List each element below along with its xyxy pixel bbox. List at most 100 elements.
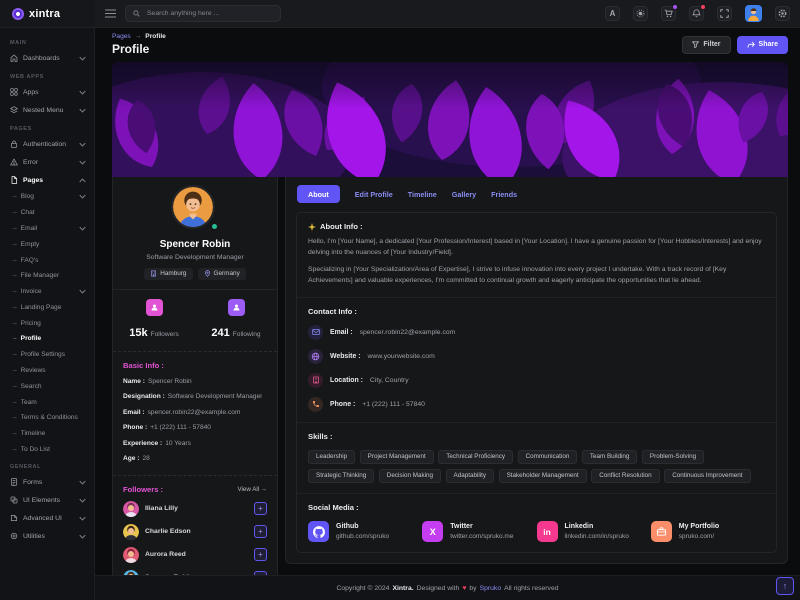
contact-row-phone: Phone : +1 (222) 111 - 57840 <box>308 397 765 412</box>
filter-button[interactable]: Filter <box>682 36 730 54</box>
notifications-button[interactable] <box>689 6 704 21</box>
sidebar-subitem-profile-settings[interactable]: –Profile Settings <box>0 347 94 363</box>
tab-gallery[interactable]: Gallery <box>452 190 476 199</box>
cart-badge <box>672 4 678 10</box>
settings-button[interactable] <box>775 6 790 21</box>
about-paragraph-2: Specializing in [Your Specialization/Are… <box>308 265 765 287</box>
breadcrumb-current: Profile <box>145 33 166 40</box>
sidebar-subitem-invoice[interactable]: –Invoice <box>0 284 94 300</box>
share-button[interactable]: Share <box>737 36 788 54</box>
skill-chip[interactable]: Problem-Solving <box>642 450 704 465</box>
sidebar-item-nested-menu[interactable]: Nested Menu <box>0 101 94 119</box>
add-follower-button[interactable]: + <box>254 525 267 538</box>
cart-button[interactable] <box>661 6 676 21</box>
tab-friends[interactable]: Friends <box>491 190 517 199</box>
profile-avatar <box>171 185 219 233</box>
info-row-email: Email :spencer.robin22@example.com <box>123 409 267 416</box>
skill-chip[interactable]: Leadership <box>308 450 355 465</box>
skill-chip[interactable]: Project Management <box>360 450 434 465</box>
sidebar-subitem-chat[interactable]: –Chat <box>0 205 94 221</box>
user-avatar-button[interactable] <box>745 5 762 22</box>
sidebar-subitem-timeline[interactable]: –Timeline <box>0 426 94 442</box>
skill-chip[interactable]: Conflict Resolution <box>591 469 660 484</box>
skill-chip[interactable]: Strategic Thinking <box>308 469 374 484</box>
skill-chip[interactable]: Stakeholder Management <box>499 469 587 484</box>
theme-toggle-button[interactable] <box>633 6 648 21</box>
sidebar-subitem-search[interactable]: –Search <box>0 378 94 394</box>
profile-cover-image <box>112 62 788 177</box>
notifications-badge <box>700 4 706 10</box>
sidebar-subitem-landing-page[interactable]: –Landing Page <box>0 299 94 315</box>
social-link-linkedin[interactable]: in Linkedin linkedin.com/in/spruko <box>537 521 651 542</box>
gear-icon <box>778 9 787 18</box>
sidebar-item-apps[interactable]: Apps <box>0 83 94 101</box>
main-content: Pages → Profile Profile Filter Share <box>95 28 800 600</box>
social-media-section: Social Media : Github github.com/spruko <box>297 494 776 552</box>
sidebar-item-dashboards[interactable]: Dashboards <box>0 49 94 67</box>
sidebar-subitem-faqs[interactable]: –FAQ's <box>0 252 94 268</box>
translate-icon: A <box>610 9 616 18</box>
scroll-to-top-button[interactable]: ↑ <box>776 577 794 595</box>
share-icon <box>747 41 755 49</box>
about-panel: About Info : Hello, I'm [Your Name], a d… <box>296 212 777 553</box>
sidebar-item-forms[interactable]: Forms <box>0 473 94 491</box>
info-row-designation: Designation :Software Development Manage… <box>123 393 267 400</box>
hamburger-icon[interactable] <box>105 9 116 18</box>
followers-header: Followers : View All → <box>123 485 267 494</box>
skill-chip[interactable]: Adaptability <box>446 469 495 484</box>
profile-tabs: About Edit Profile Timeline Gallery Frie… <box>286 177 787 210</box>
sidebar-subitem-todo[interactable]: –To Do List <box>0 442 94 458</box>
box-icon <box>10 496 18 504</box>
breadcrumb-separator: → <box>135 33 142 40</box>
skill-chip[interactable]: Team Building <box>582 450 638 465</box>
social-text: Twitter twitter.com/spruko.me <box>450 523 513 540</box>
chevron-down-icon <box>79 226 86 231</box>
sidebar-item-advanced-ui[interactable]: Advanced UI <box>0 509 94 527</box>
sidebar-item-utilities[interactable]: Utilities <box>0 527 94 545</box>
add-follower-button[interactable]: + <box>254 502 267 515</box>
social-link-github[interactable]: Github github.com/spruko <box>308 521 422 542</box>
tab-about[interactable]: About <box>297 185 340 203</box>
social-link-portfolio[interactable]: My Portfolio spruko.com/ <box>651 521 765 542</box>
skills-title: Skills : <box>308 432 765 441</box>
sidebar-subitem-terms[interactable]: –Terms & Conditions <box>0 410 94 426</box>
sidebar-item-ui-elements[interactable]: UI Elements <box>0 491 94 509</box>
sidebar-item-error[interactable]: Error <box>0 153 94 171</box>
translate-button[interactable]: A <box>605 6 620 21</box>
skill-chip[interactable]: Technical Proficiency <box>438 450 513 465</box>
sidebar-subitem-pricing[interactable]: –Pricing <box>0 315 94 331</box>
breadcrumb-pages-link[interactable]: Pages <box>112 33 131 40</box>
search-box[interactable] <box>125 5 281 22</box>
sidebar-subitem-email[interactable]: –Email <box>0 221 94 237</box>
skill-chip[interactable]: Decision Making <box>379 469 441 484</box>
brand-logo[interactable]: xintra <box>0 0 95 27</box>
skill-chip[interactable]: Continuous Improvement <box>664 469 750 484</box>
sidebar-subitem-profile[interactable]: –Profile <box>0 331 94 347</box>
basic-info-section: Basic Info : Name :Spencer Robin Designa… <box>113 352 277 476</box>
sidebar-subitem-empty[interactable]: –Empty <box>0 236 94 252</box>
lock-icon <box>10 140 18 148</box>
sidebar-item-authentication[interactable]: Authentication <box>0 135 94 153</box>
sidebar-subitem-reviews[interactable]: –Reviews <box>0 363 94 379</box>
fullscreen-button[interactable] <box>717 6 732 21</box>
sidebar-item-pages[interactable]: Pages <box>0 171 94 189</box>
sidebar-subitem-team[interactable]: –Team <box>0 394 94 410</box>
chevron-down-icon <box>79 498 86 503</box>
contact-row-location: Location : City, Country <box>308 373 765 388</box>
chevron-down-icon <box>79 480 86 485</box>
tab-timeline[interactable]: Timeline <box>408 190 437 199</box>
view-all-link[interactable]: View All → <box>238 486 267 493</box>
tab-edit-profile[interactable]: Edit Profile <box>355 190 393 199</box>
follower-avatar <box>123 524 139 540</box>
spruko-link[interactable]: Spruko <box>480 585 502 592</box>
github-icon <box>308 521 329 542</box>
search-input[interactable] <box>145 9 273 18</box>
page-title: Profile <box>112 42 166 56</box>
social-link-twitter[interactable]: X Twitter twitter.com/spruko.me <box>422 521 536 542</box>
skills-chips: Leadership Project Management Technical … <box>308 450 765 484</box>
sidebar-subitem-file-manager[interactable]: –File Manager <box>0 268 94 284</box>
sidebar-subitem-blog[interactable]: –Blog <box>0 189 94 205</box>
add-follower-button[interactable]: + <box>254 548 267 561</box>
about-info-section: About Info : Hello, I'm [Your Name], a d… <box>297 213 776 298</box>
skill-chip[interactable]: Communication <box>518 450 578 465</box>
